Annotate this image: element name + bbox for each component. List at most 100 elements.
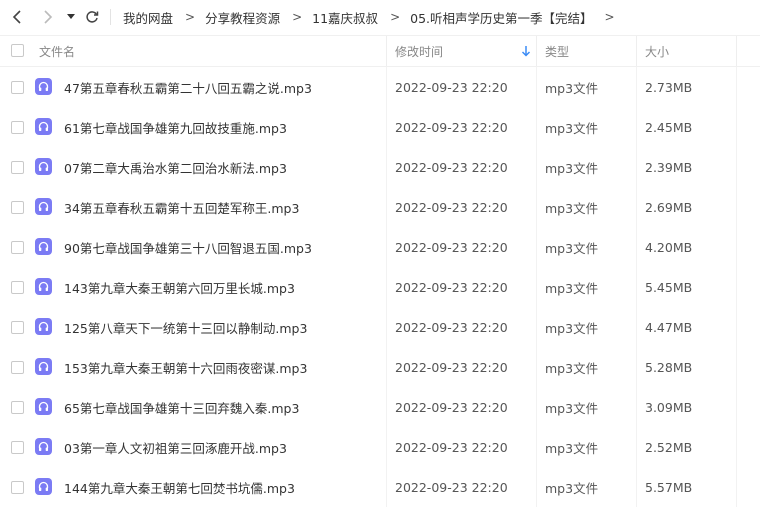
column-divider[interactable] [736, 36, 737, 66]
file-name[interactable]: 07第二章大禹治水第二回治水新法.mp3 [64, 147, 287, 187]
file-modified-time: 2022-09-23 22:20 [395, 159, 508, 175]
file-name[interactable]: 61第七章战国争雄第九回故技重施.mp3 [64, 107, 287, 147]
breadcrumb-separator: > [185, 10, 196, 24]
breadcrumb-separator: > [604, 10, 615, 24]
file-modified-time: 2022-09-23 22:20 [395, 399, 508, 415]
row-checkbox[interactable] [11, 81, 24, 94]
file-modified-time: 2022-09-23 22:20 [395, 319, 508, 335]
column-divider[interactable] [386, 36, 387, 66]
audio-file-icon [35, 318, 52, 335]
row-checkbox[interactable] [11, 241, 24, 254]
forward-button[interactable] [38, 7, 58, 27]
file-size: 2.52MB [645, 439, 693, 455]
file-name[interactable]: 90第七章战国争雄第三十八回智退五国.mp3 [64, 227, 312, 267]
breadcrumb-separator: > [292, 10, 303, 24]
file-row[interactable]: 07第二章大禹治水第二回治水新法.mp3 2022-09-23 22:20 mp… [0, 147, 760, 187]
column-divider[interactable] [536, 36, 537, 66]
file-row[interactable]: 03第一章人文初祖第三回涿鹿开战.mp3 2022-09-23 22:20 mp… [0, 427, 760, 467]
file-row[interactable]: 143第九章大秦王朝第六回万里长城.mp3 2022-09-23 22:20 m… [0, 267, 760, 307]
file-name[interactable]: 47第五章春秋五霸第二十八回五霸之说.mp3 [64, 67, 312, 107]
audio-file-icon [35, 118, 52, 135]
file-size: 2.45MB [645, 119, 693, 135]
row-checkbox[interactable] [11, 161, 24, 174]
row-checkbox[interactable] [11, 401, 24, 414]
breadcrumb-item-current[interactable]: 05.听相声学历史第一季【完结】 [410, 8, 592, 27]
file-row[interactable]: 47第五章春秋五霸第二十八回五霸之说.mp3 2022-09-23 22:20 … [0, 67, 760, 107]
breadcrumb: 我的网盘 > 分享教程资源 > 11嘉庆叔叔 > 05.听相声学历史第一季【完结… [123, 0, 625, 34]
file-modified-time: 2022-09-23 22:20 [395, 79, 508, 95]
file-type: mp3文件 [545, 360, 599, 376]
breadcrumb-separator: > [390, 10, 401, 24]
file-size: 3.09MB [645, 399, 693, 415]
row-checkbox[interactable] [11, 361, 24, 374]
column-header-name[interactable]: 文件名 [39, 36, 75, 66]
audio-file-icon [35, 438, 52, 455]
file-name[interactable]: 03第一章人文初祖第三回涿鹿开战.mp3 [64, 427, 287, 467]
column-header-time[interactable]: 修改时间 [395, 36, 443, 66]
file-row[interactable]: 34第五章春秋五霸第十五回楚军称王.mp3 2022-09-23 22:20 m… [0, 187, 760, 227]
audio-file-icon [35, 158, 52, 175]
caret-down-icon [67, 14, 75, 19]
file-row[interactable]: 90第七章战国争雄第三十八回智退五国.mp3 2022-09-23 22:20 … [0, 227, 760, 267]
column-divider[interactable] [636, 36, 637, 66]
file-row[interactable]: 125第八章天下一统第十三回以静制动.mp3 2022-09-23 22:20 … [0, 307, 760, 347]
file-size: 4.20MB [645, 239, 693, 255]
row-checkbox[interactable] [11, 441, 24, 454]
headphones-icon [38, 201, 49, 211]
refresh-button[interactable] [82, 7, 102, 27]
select-all-checkbox[interactable] [11, 44, 24, 57]
file-size: 5.28MB [645, 359, 693, 375]
back-button[interactable] [8, 7, 28, 27]
file-name[interactable]: 153第九章大秦王朝第十六回雨夜密谋.mp3 [64, 347, 307, 387]
file-type: mp3文件 [545, 400, 599, 416]
file-list-header: 文件名 修改时间 类型 大小 [0, 35, 760, 67]
file-modified-time: 2022-09-23 22:20 [395, 239, 508, 255]
headphones-icon [38, 441, 49, 451]
file-type: mp3文件 [545, 320, 599, 336]
file-row[interactable]: 65第七章战国争雄第十三回弃魏入秦.mp3 2022-09-23 22:20 m… [0, 387, 760, 427]
audio-file-icon [35, 198, 52, 215]
row-checkbox[interactable] [11, 321, 24, 334]
headphones-icon [38, 361, 49, 371]
file-type: mp3文件 [545, 120, 599, 136]
audio-file-icon [35, 398, 52, 415]
file-type: mp3文件 [545, 200, 599, 216]
toolbar: 我的网盘 > 分享教程资源 > 11嘉庆叔叔 > 05.听相声学历史第一季【完结… [0, 0, 760, 34]
arrow-down-icon[interactable] [521, 45, 531, 57]
audio-file-icon [35, 278, 52, 295]
file-row[interactable]: 153第九章大秦王朝第十六回雨夜密谋.mp3 2022-09-23 22:20 … [0, 347, 760, 387]
audio-file-icon [35, 238, 52, 255]
file-type: mp3文件 [545, 160, 599, 176]
headphones-icon [38, 121, 49, 131]
file-row[interactable]: 61第七章战国争雄第九回故技重施.mp3 2022-09-23 22:20 mp… [0, 107, 760, 147]
toolbar-divider [110, 9, 111, 25]
headphones-icon [38, 241, 49, 251]
file-row[interactable]: 144第九章大秦王朝第七回焚书坑儒.mp3 2022-09-23 22:20 m… [0, 467, 760, 507]
file-name[interactable]: 125第八章天下一统第十三回以静制动.mp3 [64, 307, 307, 347]
breadcrumb-item-root[interactable]: 我的网盘 [123, 8, 173, 27]
file-name[interactable]: 144第九章大秦王朝第七回焚书坑儒.mp3 [64, 467, 295, 507]
file-size: 2.73MB [645, 79, 693, 95]
headphones-icon [38, 81, 49, 91]
headphones-icon [38, 281, 49, 291]
file-modified-time: 2022-09-23 22:20 [395, 359, 508, 375]
file-name[interactable]: 34第五章春秋五霸第十五回楚军称王.mp3 [64, 187, 299, 227]
column-header-type[interactable]: 类型 [545, 36, 569, 66]
row-checkbox[interactable] [11, 481, 24, 494]
file-name[interactable]: 65第七章战国争雄第十三回弃魏入秦.mp3 [64, 387, 299, 427]
breadcrumb-item-folder[interactable]: 11嘉庆叔叔 [312, 8, 378, 27]
row-checkbox[interactable] [11, 121, 24, 134]
history-dropdown-button[interactable] [64, 7, 78, 27]
row-checkbox[interactable] [11, 201, 24, 214]
file-type: mp3文件 [545, 480, 599, 496]
chevron-left-icon [12, 10, 21, 24]
breadcrumb-item-share[interactable]: 分享教程资源 [205, 8, 280, 27]
headphones-icon [38, 401, 49, 411]
file-name[interactable]: 143第九章大秦王朝第六回万里长城.mp3 [64, 267, 295, 307]
file-type: mp3文件 [545, 240, 599, 256]
audio-file-icon [35, 478, 52, 495]
file-modified-time: 2022-09-23 22:20 [395, 119, 508, 135]
file-type: mp3文件 [545, 280, 599, 296]
column-header-size[interactable]: 大小 [645, 36, 669, 66]
row-checkbox[interactable] [11, 281, 24, 294]
